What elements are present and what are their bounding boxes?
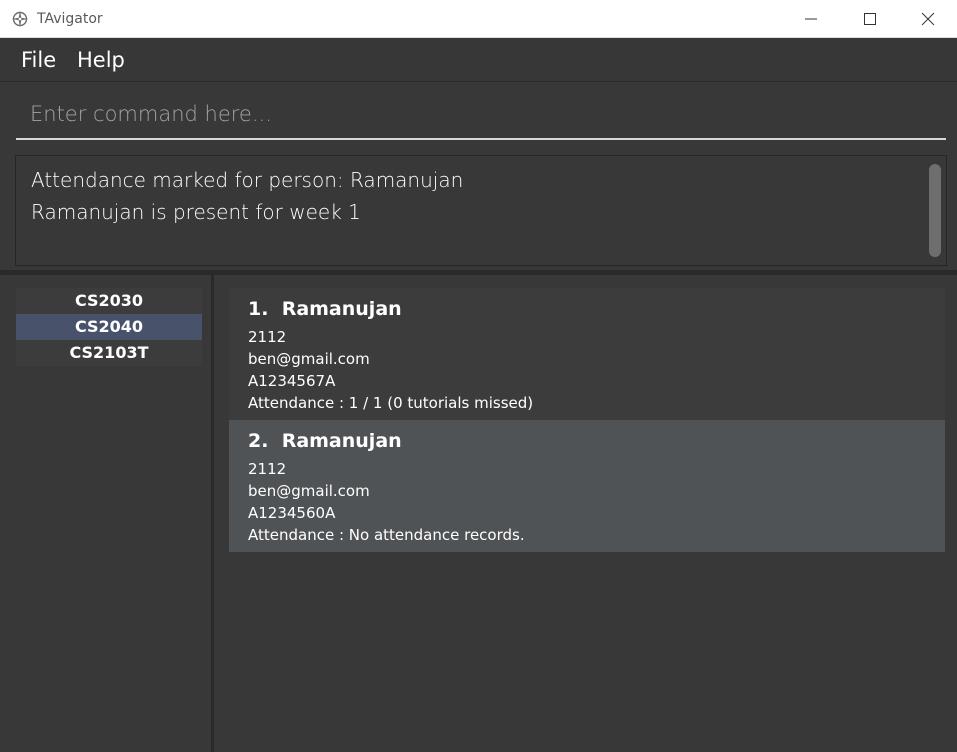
close-icon	[921, 12, 935, 26]
person-name-row: 1. Ramanujan	[248, 298, 402, 320]
person-student-id: A1234567A	[248, 372, 336, 390]
person-card[interactable]: 1. Ramanujan 2112 ben@gmail.com A1234567…	[229, 288, 945, 420]
course-sidebar: CS2030 CS2040 CS2103T	[0, 275, 214, 752]
person-attendance: Attendance : 1 / 1 (0 tutorials missed)	[248, 394, 534, 412]
person-name: Ramanujan	[281, 298, 402, 320]
command-input[interactable]	[16, 92, 946, 136]
result-line: Attendance marked for person: Ramanujan	[31, 168, 464, 192]
command-box	[16, 92, 946, 140]
person-card[interactable]: 2. Ramanujan 2112 ben@gmail.com A1234560…	[229, 420, 945, 552]
window-title: TAvigator	[37, 11, 103, 27]
result-display: Attendance marked for person: Ramanujan …	[15, 155, 947, 266]
person-email: ben@gmail.com	[248, 482, 370, 500]
person-name-row: 2. Ramanujan	[248, 430, 402, 452]
person-name: Ramanujan	[281, 430, 402, 452]
menu-file[interactable]: File	[21, 48, 56, 72]
menu-help[interactable]: Help	[77, 48, 125, 72]
person-index: 1.	[248, 298, 269, 320]
course-item-cs2103t[interactable]: CS2103T	[16, 340, 202, 366]
maximize-button[interactable]	[841, 0, 899, 38]
minimize-button[interactable]	[782, 0, 840, 38]
person-index: 2.	[248, 430, 269, 452]
result-line: Ramanujan is present for week 1	[31, 200, 361, 224]
app-compass-icon	[11, 10, 29, 28]
maximize-icon	[864, 13, 876, 25]
person-phone: 2112	[248, 460, 287, 478]
course-item-cs2040[interactable]: CS2040	[16, 314, 202, 340]
close-button[interactable]	[899, 0, 957, 38]
course-list: CS2030 CS2040 CS2103T	[16, 288, 202, 366]
course-item-cs2030[interactable]: CS2030	[16, 288, 202, 314]
result-scrollbar[interactable]	[929, 164, 941, 257]
minimize-icon	[805, 18, 817, 20]
person-attendance: Attendance : No attendance records.	[248, 526, 525, 544]
person-student-id: A1234560A	[248, 504, 336, 522]
person-email: ben@gmail.com	[248, 350, 370, 368]
person-phone: 2112	[248, 328, 287, 346]
menu-bar: File Help	[0, 38, 957, 82]
title-bar: TAvigator	[0, 0, 957, 38]
person-list: 1. Ramanujan 2112 ben@gmail.com A1234567…	[229, 288, 945, 552]
